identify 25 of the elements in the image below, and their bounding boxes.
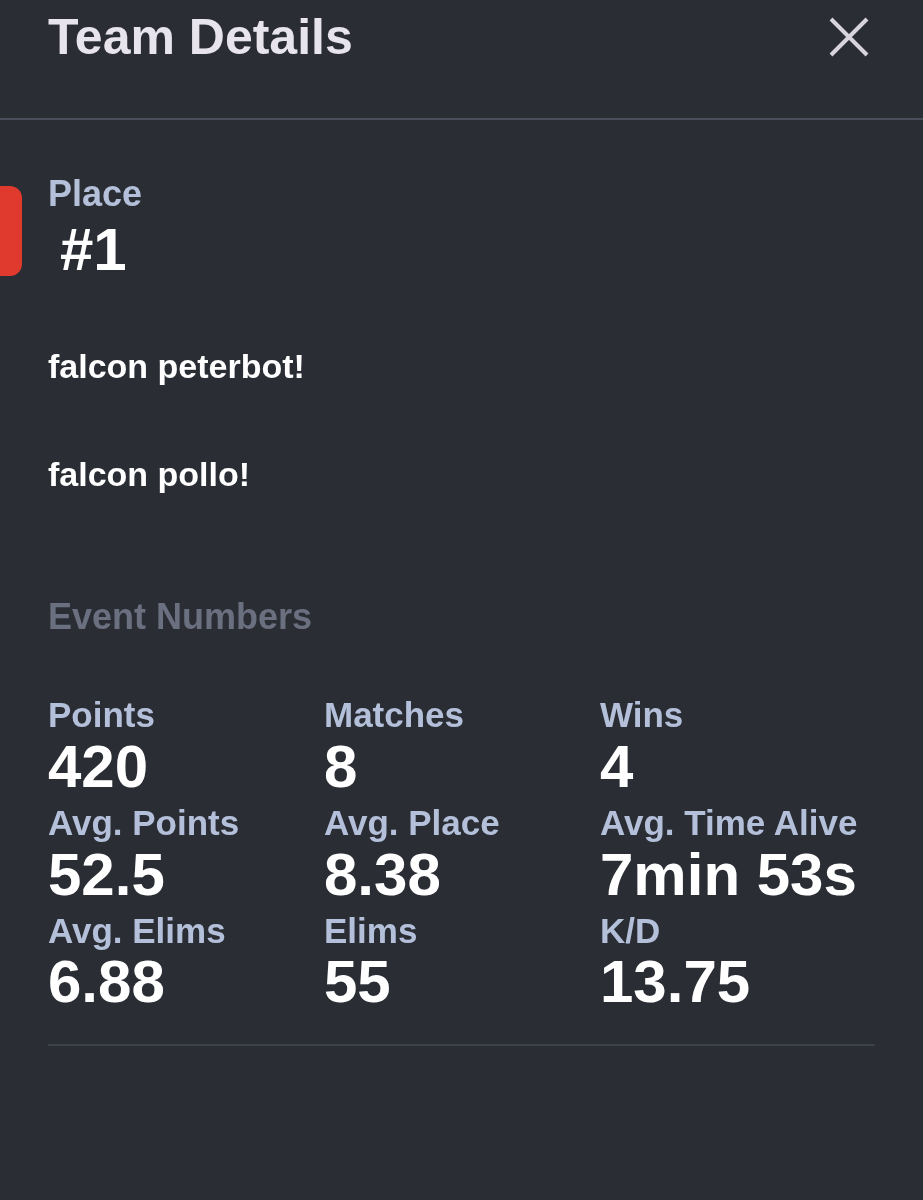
stat-value: 6.88 [48,952,166,1013]
close-icon [827,15,871,59]
team-member-name: falcon peterbot! [48,349,306,383]
window-title: Team Details [48,12,353,62]
stat-label: Avg. Elims [48,909,227,952]
team-member-name: falcon pollo! [48,457,252,491]
place-value: #1 [59,215,128,285]
section-title: Event Numbers [48,599,314,635]
stat-label: Elims [324,909,419,952]
stat-value: 8.38 [324,844,442,905]
stat-value: 13.75 [600,952,752,1013]
stat-value: 7min 53s [600,844,858,905]
stat-value: 8 [324,736,359,797]
stat-label: Avg. Time Alive [600,801,859,844]
stat-value: 52.5 [48,844,166,905]
stat-value: 420 [48,736,150,797]
place-label: Place [48,176,144,212]
stat-value: 4 [600,736,635,797]
stat-value: 55 [324,952,392,1013]
stat-label: Matches [324,694,466,736]
stat-label: K/D [600,909,662,952]
stat-label: Points [48,694,156,736]
stat-label: Avg. Points [48,801,241,844]
stat-label: Avg. Place [324,801,501,844]
stat-label: Wins [600,694,685,736]
